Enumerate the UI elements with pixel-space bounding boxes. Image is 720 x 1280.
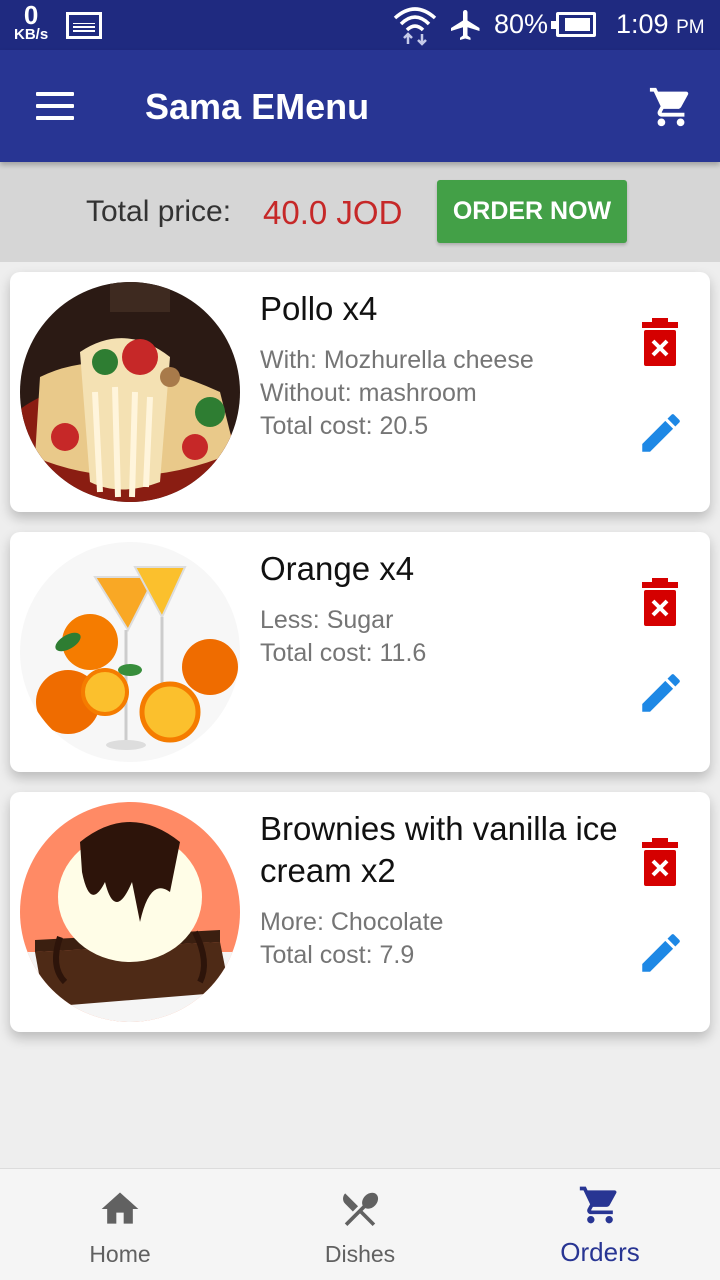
- airplane-mode-icon: [451, 10, 480, 40]
- order-item-card[interactable]: Pollo x4 With: Mozhurella cheese Without…: [10, 272, 710, 512]
- total-price-value: 40.0 JOD: [263, 194, 403, 231]
- total-price-bar: Total price: 40.0 JOD ORDER NOW: [0, 162, 720, 262]
- edit-pencil-icon[interactable]: [636, 408, 686, 458]
- battery-percentage: 80%: [494, 9, 549, 39]
- network-speed: 0 KB/s: [14, 2, 48, 42]
- delete-icon[interactable]: [640, 838, 680, 886]
- item-details: With: Mozhurella cheese Without: mashroo…: [260, 344, 620, 443]
- edit-pencil-icon[interactable]: [636, 928, 686, 978]
- bottom-navigation: Home Dishes Orders: [0, 1168, 720, 1280]
- item-detail-line: Total cost: 7.9: [260, 941, 415, 969]
- item-name: Brownies with vanilla ice cream x2: [260, 810, 618, 889]
- order-item-card[interactable]: Brownies with vanilla ice cream x2 More:…: [10, 792, 710, 1032]
- clock-ampm: PM: [676, 17, 705, 38]
- nav-dishes[interactable]: Dishes: [240, 1169, 480, 1280]
- app-title: Sama EMenu: [145, 86, 370, 127]
- network-speed-value: 0: [23, 0, 39, 30]
- hamburger-menu-icon[interactable]: [36, 92, 76, 120]
- app-bar: Sama EMenu: [0, 50, 720, 162]
- item-name: Pollo x4: [260, 290, 378, 327]
- network-speed-unit: KB/s: [14, 26, 49, 43]
- wifi-icon: [393, 7, 437, 46]
- nav-home-label: Home: [89, 1241, 151, 1267]
- edit-pencil-icon[interactable]: [636, 668, 686, 718]
- orange-juice-image: [20, 542, 240, 762]
- nav-home[interactable]: Home: [0, 1169, 240, 1280]
- item-detail-line: Less: Sugar: [260, 606, 394, 634]
- total-price-label: Total price:: [86, 195, 232, 228]
- item-details: Less: Sugar Total cost: 11.6: [260, 604, 620, 670]
- order-item-card[interactable]: Orange x4 Less: Sugar Total cost: 11.6: [10, 532, 710, 772]
- order-now-button[interactable]: ORDER NOW: [437, 180, 627, 243]
- shopping-cart-icon: [579, 1186, 617, 1224]
- item-detail-line: More: Chocolate: [260, 908, 444, 936]
- home-icon: [101, 1192, 139, 1224]
- item-detail-line: Total cost: 20.5: [260, 412, 429, 440]
- item-detail-line: With: Mozhurella cheese: [260, 346, 534, 374]
- shopping-cart-icon[interactable]: [648, 84, 694, 130]
- status-bar: 0 KB/s 80% 1:09 PM: [0, 0, 720, 50]
- fork-spoon-icon: [343, 1192, 379, 1227]
- nav-orders-label: Orders: [560, 1237, 640, 1267]
- nav-orders[interactable]: Orders: [480, 1169, 720, 1280]
- pizza-image: [20, 282, 240, 502]
- item-detail-line: Total cost: 11.6: [260, 639, 427, 667]
- battery-icon: [551, 12, 596, 37]
- delete-icon[interactable]: [640, 318, 680, 366]
- nav-dishes-label: Dishes: [324, 1241, 396, 1267]
- screen: 0 KB/s 80% 1:09 PM Sama EMenu Total pric…: [0, 0, 720, 1280]
- delete-icon[interactable]: [640, 578, 680, 626]
- brownie-image: [20, 802, 240, 1022]
- image-notification-icon: [66, 12, 102, 39]
- item-details: More: Chocolate Total cost: 7.9: [260, 906, 620, 972]
- clock-time: 1:09: [616, 9, 669, 39]
- item-detail-line: Without: mashroom: [260, 379, 477, 407]
- item-name: Orange x4: [260, 550, 415, 587]
- clock: 1:09 PM: [616, 9, 705, 40]
